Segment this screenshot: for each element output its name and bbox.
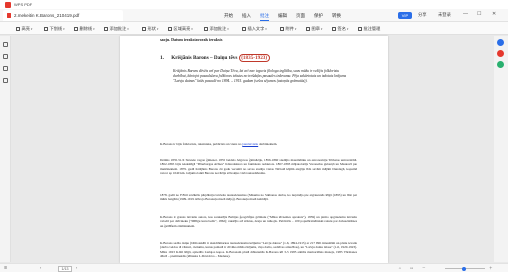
paragraph-2: Dzimis 1835.31.X Strutele vagon ģimenei.… [160, 158, 357, 175]
thumbnail-icon[interactable] [3, 42, 8, 47]
vip-badge[interactable]: VIP [398, 11, 412, 19]
paragraph-1: K.Barons ir bijis folklorists, rakstniek… [160, 142, 278, 146]
jaunlatviesu-link[interactable]: jaunlatviešu [242, 142, 258, 146]
annotation-list-icon[interactable] [3, 66, 8, 71]
zoom-out-button[interactable]: － [422, 266, 426, 271]
menu-start[interactable]: 开始 [224, 13, 233, 19]
document-page: saoju. Datum ierakstavorals ieraksts 1. … [120, 36, 388, 263]
menu-insert[interactable]: 插入 [242, 13, 251, 19]
annotation-toolbar: 高亮 ▾ 下划线 ▾ 删除线 ▾ 添加批注 ▾ 形状 ▾ 区域高亮 ▾ 添加批注 ▾ 插入文字… [0, 22, 508, 35]
minimize-button[interactable]: — [463, 11, 468, 17]
tool-add-comment[interactable]: 添加批注 ▾ [104, 26, 129, 32]
title-bar: WPS PDF [0, 0, 508, 9]
stamp-icon [306, 26, 310, 31]
document-tab-title: 2.mekeitin K.Barons_210419.pdf [14, 13, 80, 18]
fit-width-icon[interactable]: ⇔ [398, 266, 402, 270]
ai-assistant-icon[interactable] [497, 39, 504, 46]
menu-convert[interactable]: 转换 [332, 13, 341, 19]
tool-stamp[interactable]: 图章 ▾ [306, 26, 322, 32]
menu-protect[interactable]: 保护 [314, 13, 323, 19]
signature-icon [332, 26, 336, 31]
app-logo-icon [5, 1, 11, 8]
next-page-button[interactable]: › [76, 266, 77, 270]
tool-underline[interactable]: 下划线 ▾ [44, 26, 65, 32]
section-heading: 1. Krišjānis Barons – Daiņu tēvs (1835-1… [160, 54, 270, 62]
app-name: WPS PDF [14, 2, 33, 7]
zoom-slider-handle[interactable] [462, 266, 466, 271]
tool-insert-text[interactable]: 插入文字 ▾ [242, 26, 267, 32]
shape-icon [142, 26, 146, 31]
tool-note[interactable]: 添加批注 ▾ [204, 26, 229, 32]
close-button[interactable]: ✕ [492, 11, 496, 17]
underline-icon [44, 26, 48, 31]
tool-signature[interactable]: 签名 ▾ [332, 26, 348, 32]
text-insert-icon [242, 26, 246, 31]
note-icon [204, 26, 208, 31]
prev-page-button[interactable]: ‹ [40, 266, 41, 270]
tool-area-highlight[interactable]: 区域高亮 ▾ [168, 26, 193, 32]
paragraph-3: 1878. gadā no F.Bril savāktās pūrpālniju… [160, 193, 357, 202]
tool-shape[interactable]: 形状 ▾ [142, 26, 158, 32]
document-tab[interactable]: 2.mekeitin K.Barons_210419.pdf [3, 10, 123, 21]
bookmark-icon[interactable] [3, 54, 8, 59]
paragraph-5: K.Barons sadža daiņu (bibliotekāli ir sk… [160, 241, 357, 258]
tab-bar: 2.mekeitin K.Barons_210419.pdf 开始 插入 批注 … [0, 9, 508, 22]
right-sidebar [494, 36, 508, 262]
status-bar: ☰ ‹ 1/13 › ⇔ ▭ － ＋ [0, 263, 508, 272]
page-header-text: saoju. Datum ierakstavorals ieraksts [160, 37, 223, 42]
tool-attachment[interactable]: 附件 ▾ [280, 26, 296, 32]
left-sidebar [0, 36, 11, 262]
comment-icon [104, 26, 108, 31]
search-icon[interactable] [3, 78, 8, 83]
area-highlight-icon [168, 26, 172, 31]
page-number-input[interactable]: 1/13 [58, 265, 72, 272]
attachment-icon [280, 26, 284, 31]
manage-icon [358, 26, 362, 31]
login-button[interactable]: 未登录 [438, 12, 451, 18]
tool-highlight[interactable]: 高亮 ▾ [16, 26, 32, 32]
section-years-annotated[interactable]: (1835-1923) [238, 54, 270, 62]
zoom-in-button[interactable]: ＋ [489, 266, 493, 271]
menu-edit[interactable]: 编辑 [278, 13, 287, 19]
pdf-file-icon [7, 13, 11, 18]
sidebar-toggle-icon[interactable]: ☰ [4, 266, 7, 270]
maximize-button[interactable]: ☐ [477, 11, 481, 17]
intro-quote: Krišjānis Barons dēvēts arī par Daiņu Tē… [173, 69, 347, 83]
menu-annotate[interactable]: 批注 [260, 13, 269, 21]
menu-page[interactable]: 页面 [296, 13, 305, 19]
single-page-icon[interactable]: ▭ [410, 266, 413, 270]
properties-icon[interactable] [497, 61, 504, 68]
translate-icon[interactable] [497, 50, 504, 57]
strikethrough-icon [74, 26, 78, 31]
tool-strikethrough[interactable]: 删除线 ▾ [74, 26, 95, 32]
tool-annotation-manager[interactable]: 批注管理 [358, 26, 380, 32]
share-button[interactable]: 分享 [418, 12, 427, 18]
highlighter-icon [16, 26, 20, 31]
paragraph-4: K.Barons ir granzs latviešu autors, kas … [160, 215, 357, 228]
